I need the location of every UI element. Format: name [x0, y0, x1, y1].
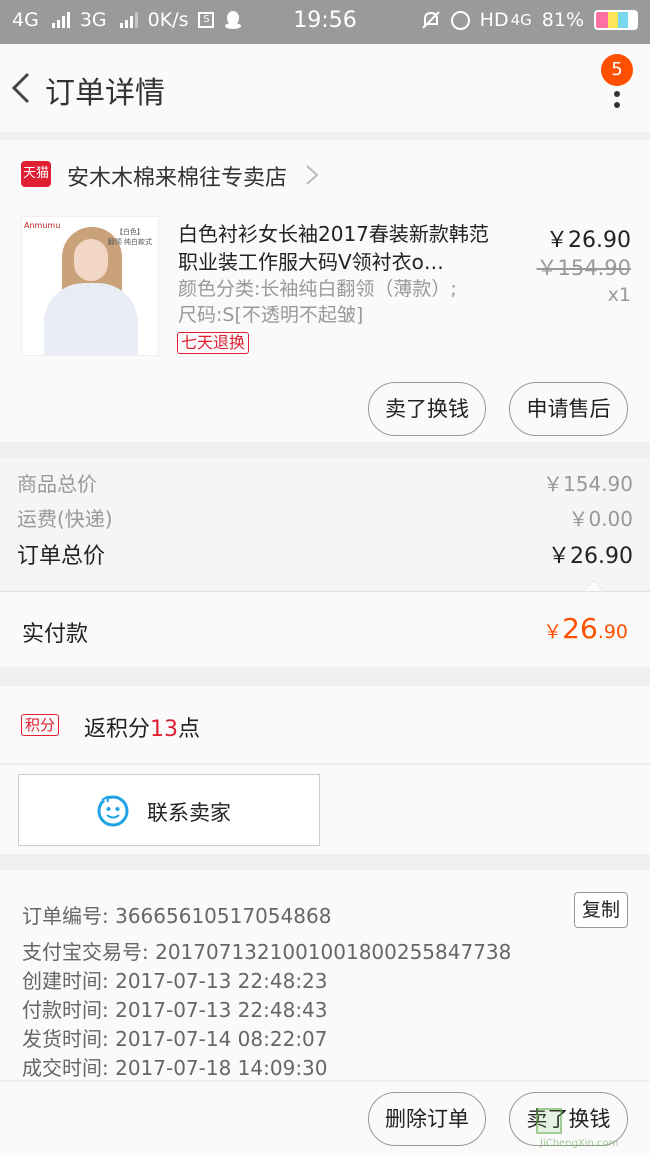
- shop-name[interactable]: 安木木棉来棉往专卖店: [67, 160, 287, 192]
- copy-button[interactable]: 复制: [574, 892, 628, 928]
- status-bar: 4G 3G 0K/s S 19:56 HD 4G 81%: [0, 0, 650, 44]
- order-total-label: 订单总价: [17, 544, 106, 569]
- sell-for-cash-button[interactable]: 卖了换钱: [368, 382, 486, 436]
- app-header: 订单详情 5: [0, 44, 650, 132]
- thumb-brand: Anmumu: [24, 221, 61, 230]
- thumb-model-face: [74, 239, 108, 281]
- hd-label: HD: [479, 9, 509, 31]
- created-time: 创建时间: 2017-07-13 22:48:23: [22, 969, 328, 993]
- after-sales-button[interactable]: 申请售后: [509, 382, 628, 436]
- watermark-logo-icon: [536, 1108, 562, 1134]
- site-watermark: JiChengXin.com: [536, 1108, 646, 1152]
- back-arrow-icon[interactable]: [8, 68, 38, 108]
- delete-order-button[interactable]: 删除订单: [368, 1092, 486, 1146]
- battery-icon: [594, 10, 638, 30]
- status-right: HD 4G 81%: [421, 9, 638, 31]
- shipping-value: ￥0.00: [568, 507, 633, 531]
- wangwang-chat-icon: [97, 795, 129, 827]
- network-4g-label-2: 4G: [510, 11, 532, 29]
- points-icon: 积分: [21, 714, 60, 736]
- paid-currency: ￥: [543, 621, 563, 643]
- points-suffix: 点: [178, 717, 201, 742]
- battery-percent: 81%: [541, 9, 584, 31]
- shipped-time: 发货时间: 2017-07-14 08:22:07: [22, 1027, 328, 1051]
- order-number: 订单编号: 36665610517054868: [22, 904, 332, 928]
- points-row: 积分 返积分13点: [0, 686, 650, 763]
- tmall-icon: 天猫: [21, 161, 51, 187]
- thumb-model-shirt: [44, 283, 138, 355]
- chevron-right-icon[interactable]: [305, 164, 319, 186]
- contact-section: 联系卖家: [0, 764, 650, 854]
- goods-total-row: 商品总价 ￥154.90: [17, 468, 633, 497]
- price-summary: 商品总价 ￥154.90 运费(快递) ￥0.00 订单总价 ￥26.90: [0, 458, 650, 591]
- contact-seller-label: 联系卖家: [147, 801, 231, 825]
- product-thumbnail[interactable]: Anmumu 【白色】 翻领 纯白款式: [21, 216, 159, 356]
- order-total-value: ￥26.90: [548, 544, 633, 569]
- actual-payment-row: 实付款 ￥26.90: [0, 591, 650, 667]
- contact-seller-button[interactable]: 联系卖家: [18, 774, 320, 846]
- mute-icon: [421, 11, 440, 29]
- order-total-row: 订单总价 ￥26.90: [17, 538, 633, 570]
- seven-day-return-tag: 七天退换: [177, 332, 250, 354]
- actual-payment-label: 实付款: [22, 622, 89, 647]
- shipping-row: 运费(快递) ￥0.00: [17, 503, 633, 532]
- points-number: 13: [150, 717, 179, 742]
- goods-total-label: 商品总价: [17, 472, 97, 496]
- product-title[interactable]: 白色衬衫女长袖2017春装新款韩范职业装工作服大码V领衬衣o…: [178, 220, 494, 276]
- page-title: 订单详情: [45, 76, 165, 111]
- paid-time: 付款时间: 2017-07-13 22:48:43: [22, 998, 328, 1022]
- order-item-card: 天猫 安木木棉来棉往专卖店 Anmumu 【白色】 翻领 纯白款式 白色衬衫女长…: [0, 140, 650, 442]
- shop-row[interactable]: 天猫 安木木棉来棉往专卖店: [0, 140, 650, 208]
- paid-integer: 26: [562, 612, 598, 645]
- shipping-label: 运费(快递): [17, 507, 113, 531]
- watermark-text: JiChengXin.com: [540, 1138, 619, 1149]
- order-info: 订单编号: 36665610517054868 复制 支付宝交易号: 20170…: [0, 870, 650, 1080]
- product-original-price: ￥154.90: [536, 256, 631, 280]
- summary-notch: [583, 580, 605, 591]
- message-badge[interactable]: 5: [601, 54, 633, 86]
- goods-total-value: ￥154.90: [543, 472, 633, 496]
- thumb-tag: 【白色】 翻领 纯白款式: [107, 228, 152, 246]
- alarm-icon: [450, 10, 470, 30]
- product-sku: 颜色分类:长袖纯白翻领（薄款）;尺码:S[不透明不起皱]: [178, 278, 457, 326]
- points-prefix: 返积分: [84, 717, 151, 742]
- paid-decimal: .90: [597, 621, 628, 643]
- product-quantity: x1: [607, 284, 631, 306]
- actual-payment-value: ￥26.90: [543, 612, 628, 645]
- alipay-number: 支付宝交易号: 2017071321001001800255847738: [22, 940, 512, 964]
- completed-time: 成交时间: 2017-07-18 14:09:30: [22, 1056, 328, 1080]
- points-text: 返积分13点: [84, 711, 200, 743]
- product-price: ￥26.90: [546, 228, 631, 253]
